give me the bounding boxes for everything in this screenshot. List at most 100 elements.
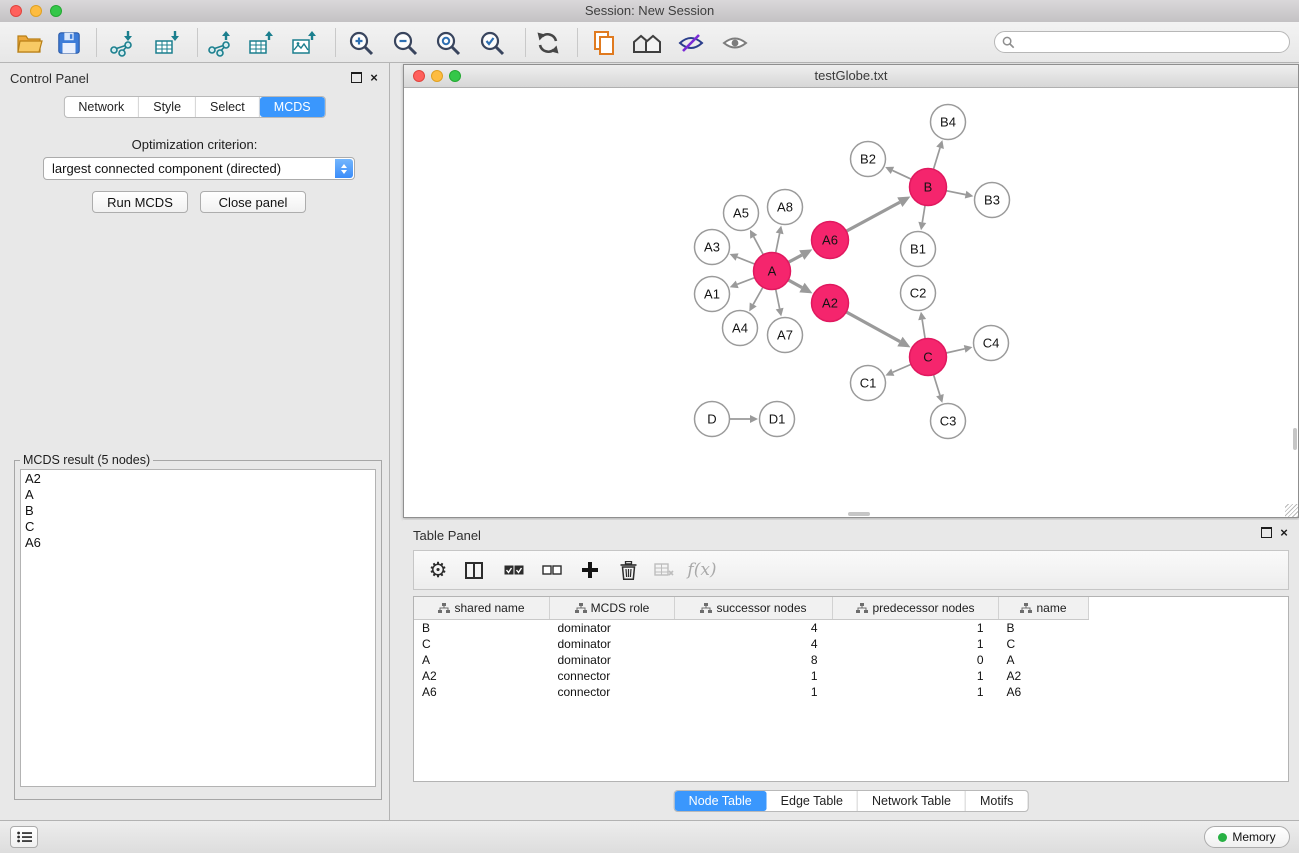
tab-edge-table[interactable]: Edge Table [767, 791, 858, 811]
search-input[interactable] [1019, 33, 1283, 53]
graph-edge-A-A4[interactable] [753, 287, 763, 304]
add-column-button[interactable] [574, 555, 606, 585]
delete-table-button[interactable] [648, 555, 680, 585]
graph-edge-A-A3[interactable] [737, 257, 755, 264]
search-icon [1002, 36, 1015, 49]
documents-button[interactable] [587, 27, 621, 59]
import-table-button[interactable] [150, 27, 184, 59]
graph-edge-B-B2[interactable] [892, 170, 911, 179]
mcds-result-list[interactable]: A2ABCA6 [20, 469, 376, 787]
tab-node-table[interactable]: Node Table [675, 791, 767, 811]
window-title: Session: New Session [0, 3, 1299, 18]
tab-motifs[interactable]: Motifs [966, 791, 1027, 811]
deselect-all-rows-button[interactable] [536, 555, 568, 585]
home-panel-button[interactable] [630, 27, 664, 59]
table-row[interactable]: Bdominator41B [414, 620, 1089, 637]
select-all-rows-button[interactable] [498, 555, 530, 585]
horizontal-scrollbar[interactable] [848, 512, 870, 516]
table-row[interactable]: A6connector11A6 [414, 684, 1089, 700]
checked-boxes-icon [504, 565, 524, 575]
tab-network-table[interactable]: Network Table [858, 791, 966, 811]
zoom-in-button[interactable] [344, 27, 378, 59]
network-window-title: testGlobe.txt [404, 68, 1298, 83]
export-network-button[interactable] [202, 27, 236, 59]
graph-edge-A6-B[interactable] [846, 202, 900, 231]
column-header-name[interactable]: name [999, 597, 1089, 620]
graph-edge-A-A6[interactable] [788, 255, 801, 262]
close-panel-action-button[interactable]: Close panel [200, 191, 306, 213]
graph-edge-B-B1[interactable] [922, 205, 925, 222]
float-panel-button[interactable] [349, 70, 363, 84]
table-cell: 1 [833, 620, 999, 637]
graph-edge-A-A8[interactable] [776, 233, 780, 252]
show-hide-button[interactable] [718, 27, 752, 59]
function-builder-button[interactable]: f(x) [686, 555, 718, 585]
graph-edge-B-B4[interactable] [933, 148, 940, 170]
table-cell: C [414, 636, 550, 652]
graph-node-label: A3 [704, 240, 720, 255]
tab-network[interactable]: Network [64, 97, 139, 117]
tab-select[interactable]: Select [196, 97, 260, 117]
run-mcds-button[interactable]: Run MCDS [92, 191, 188, 213]
mcds-result-item[interactable]: B [25, 503, 375, 519]
graphics-details-button[interactable] [674, 27, 708, 59]
show-columns-button[interactable] [458, 555, 490, 585]
vertical-scrollbar[interactable] [1293, 428, 1297, 450]
table-settings-button[interactable]: ⚙ [422, 555, 454, 585]
graph-edge-A-A7[interactable] [776, 289, 780, 308]
mcds-result-item[interactable]: A6 [25, 535, 375, 551]
mcds-result-item[interactable]: A2 [25, 471, 375, 487]
float-table-panel-button[interactable] [1259, 525, 1273, 539]
export-table-button[interactable] [244, 27, 278, 59]
zoom-out-button[interactable] [388, 27, 422, 59]
delete-column-button[interactable] [612, 555, 644, 585]
network-window-titlebar[interactable]: testGlobe.txt [404, 65, 1298, 88]
table-cell: dominator [550, 652, 675, 668]
unchecked-boxes-icon [542, 565, 562, 575]
column-header-predecessor-nodes[interactable]: predecessor nodes [833, 597, 999, 620]
network-canvas[interactable]: B4B2BB3A5A8A6A3B1AC2A1A2A4A7C4CC1DD1C3 [404, 88, 1298, 517]
mcds-result-item[interactable]: C [25, 519, 375, 535]
graph-edge-A-A5[interactable] [754, 237, 764, 255]
open-session-button[interactable] [12, 27, 46, 59]
close-panel-button[interactable]: × [367, 70, 381, 84]
graph-edge-A2-C[interactable] [846, 312, 900, 342]
close-table-panel-button[interactable]: × [1277, 525, 1291, 539]
zoom-selected-button[interactable] [475, 27, 509, 59]
graph-edge-A-A1[interactable] [737, 278, 755, 285]
table-cell: 1 [675, 668, 833, 684]
graph-edge-C-C1[interactable] [893, 364, 911, 372]
table-row[interactable]: Adominator80A [414, 652, 1089, 668]
control-panel-tabs: NetworkStyleSelectMCDS [63, 96, 325, 118]
graph-edge-C-C3[interactable] [934, 375, 940, 396]
optimization-criterion-select[interactable]: largest connected component (directed) [43, 157, 355, 180]
table-row[interactable]: A2connector11A2 [414, 668, 1089, 684]
graph-edge-C-C4[interactable] [946, 349, 965, 353]
window-titlebar: Session: New Session [0, 0, 1299, 23]
column-header-shared-name[interactable]: shared name [414, 597, 550, 620]
tab-mcds[interactable]: MCDS [260, 97, 325, 117]
table-cell: 0 [833, 652, 999, 668]
graph-edge-C-C2[interactable] [922, 320, 925, 339]
zoom-selected-icon [478, 29, 506, 57]
save-session-button[interactable] [52, 27, 86, 59]
column-header-successor-nodes[interactable]: successor nodes [675, 597, 833, 620]
apply-layout-button[interactable] [531, 27, 565, 59]
edge-arrow-icon [776, 226, 784, 235]
table-cell: 1 [833, 668, 999, 684]
zoom-fit-button[interactable] [431, 27, 465, 59]
export-image-button[interactable] [287, 27, 321, 59]
homes-icon [632, 30, 662, 56]
tab-style[interactable]: Style [139, 97, 196, 117]
table-panel-title: Table Panel [413, 528, 481, 543]
task-history-button[interactable] [10, 826, 38, 848]
table-row[interactable]: Cdominator41C [414, 636, 1089, 652]
memory-button[interactable]: Memory [1204, 826, 1290, 848]
graph-edge-B-B3[interactable] [946, 191, 965, 195]
mcds-result-item[interactable]: A [25, 487, 375, 503]
column-header-MCDS-role[interactable]: MCDS role [550, 597, 675, 620]
memory-label: Memory [1232, 830, 1275, 844]
import-network-button[interactable] [104, 27, 138, 59]
resize-grip[interactable] [1285, 504, 1298, 517]
graph-edge-A-A2[interactable] [788, 280, 802, 288]
